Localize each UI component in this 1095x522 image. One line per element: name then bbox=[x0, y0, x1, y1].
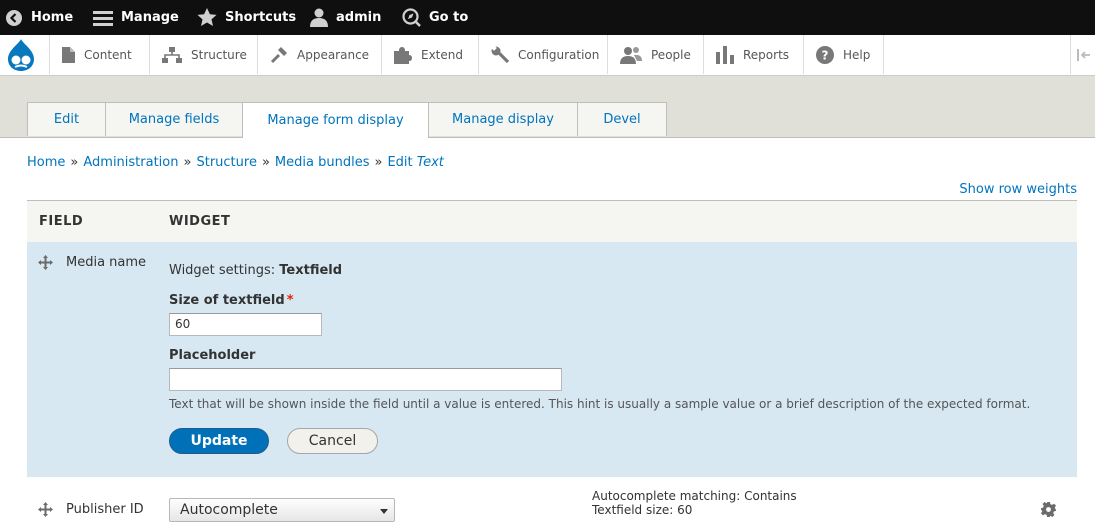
menu-icon bbox=[93, 10, 113, 26]
breadcrumb-current-prefix: Edit bbox=[387, 155, 413, 170]
field-name: Publisher ID bbox=[66, 502, 144, 517]
widget-settings-name: Textfield bbox=[279, 263, 343, 278]
placeholder-label: Placeholder bbox=[169, 348, 256, 363]
tray-item-label: Appearance bbox=[297, 47, 370, 62]
toolbar-shortcuts-label: Shortcuts bbox=[225, 10, 297, 25]
widget-type-select[interactable]: Autocomplete bbox=[169, 498, 395, 522]
tray-item-help[interactable]: ? Help bbox=[803, 35, 884, 74]
tray-item-label: Content bbox=[84, 47, 132, 62]
tray-item-label: Structure bbox=[191, 47, 247, 62]
tab-manage-form-display[interactable]: Manage form display bbox=[242, 102, 429, 138]
breadcrumb-administration[interactable]: Administration bbox=[83, 155, 178, 170]
tray-item-label: Help bbox=[843, 47, 871, 62]
breadcrumb-edit-text[interactable]: Edit Text bbox=[387, 155, 443, 170]
breadcrumb-separator: » bbox=[183, 155, 192, 170]
primary-tabs: Edit Manage fields Manage form display M… bbox=[27, 102, 667, 138]
tab-edit[interactable]: Edit bbox=[27, 102, 106, 136]
toolbar-home-label: Home bbox=[31, 10, 74, 25]
widget-settings-heading: Widget settings: Textfield bbox=[169, 263, 342, 278]
tray-item-label: Configuration bbox=[518, 47, 600, 62]
tab-manage-fields[interactable]: Manage fields bbox=[105, 102, 243, 136]
table-row-publisher-id: Publisher ID Autocomplete Autocomplete m… bbox=[27, 478, 1077, 522]
breadcrumb-separator: » bbox=[374, 155, 383, 170]
help-icon: ? bbox=[816, 45, 834, 64]
table-row-media-name: Media name Widget settings: Textfield Si… bbox=[27, 242, 1077, 477]
summary-line: Textfield size: 60 bbox=[592, 503, 693, 517]
column-header-widget: WIDGET bbox=[169, 214, 231, 229]
size-textfield-label-text: Size of textfield bbox=[169, 293, 285, 308]
drag-handle-icon[interactable] bbox=[38, 255, 53, 270]
size-textfield-label: Size of textfield * bbox=[169, 293, 294, 308]
toolbar-home-link[interactable]: Home bbox=[5, 0, 73, 35]
admin-tray: Content Structure Appearance Extend Conf… bbox=[0, 35, 1095, 76]
tray-item-extend[interactable]: Extend bbox=[381, 35, 478, 74]
chevron-down-icon bbox=[380, 509, 388, 514]
compass-icon bbox=[402, 8, 421, 27]
bar-chart-icon bbox=[716, 45, 734, 64]
document-icon bbox=[62, 46, 75, 63]
sitemap-icon bbox=[162, 46, 182, 63]
breadcrumb-separator: » bbox=[261, 155, 270, 170]
tray-item-people[interactable]: People bbox=[607, 35, 704, 74]
breadcrumb-structure[interactable]: Structure bbox=[196, 155, 256, 170]
toolbar-goto-tab[interactable]: Go to bbox=[402, 0, 468, 35]
tray-item-label: People bbox=[651, 47, 691, 62]
wrench-icon bbox=[491, 45, 509, 63]
drag-handle-icon[interactable] bbox=[38, 502, 53, 517]
breadcrumb-home[interactable]: Home bbox=[27, 155, 65, 170]
required-marker: * bbox=[286, 293, 294, 308]
drupal-logo-icon[interactable] bbox=[0, 35, 41, 75]
summary-line: Autocomplete matching: Contains bbox=[592, 489, 797, 503]
page-header: Edit Manage fields Manage form display M… bbox=[0, 76, 1095, 138]
tray-orientation-toggle[interactable] bbox=[1070, 35, 1095, 74]
widget-summary: Autocomplete matching: Contains Textfiel… bbox=[592, 489, 797, 517]
toolbar-goto-label: Go to bbox=[429, 10, 469, 25]
breadcrumb-separator: » bbox=[70, 155, 79, 170]
tray-item-content[interactable]: Content bbox=[49, 35, 149, 74]
field-name: Media name bbox=[66, 255, 147, 270]
placeholder-input[interactable] bbox=[169, 368, 562, 391]
tab-devel[interactable]: Devel bbox=[577, 102, 667, 136]
toolbar-user-tab[interactable]: admin bbox=[310, 0, 381, 35]
tray-item-appearance[interactable]: Appearance bbox=[257, 35, 381, 74]
toolbar-user-label: admin bbox=[336, 10, 382, 25]
paintbrush-icon bbox=[270, 46, 287, 63]
update-button[interactable]: Update bbox=[169, 428, 269, 454]
people-icon bbox=[620, 46, 642, 64]
breadcrumb-media-bundles[interactable]: Media bundles bbox=[275, 155, 370, 170]
table-header: FIELD WIDGET bbox=[27, 200, 1077, 243]
tab-manage-display[interactable]: Manage display bbox=[428, 102, 578, 136]
tray-item-label: Extend bbox=[421, 47, 463, 62]
breadcrumb-current-name: Text bbox=[416, 155, 444, 170]
toolbar-manage-label: Manage bbox=[121, 10, 179, 25]
star-icon bbox=[197, 8, 217, 26]
size-textfield-input[interactable]: 60 bbox=[169, 313, 322, 336]
admin-toolbar: Home Manage Shortcuts admin Go to bbox=[0, 0, 1095, 35]
puzzle-icon bbox=[394, 46, 412, 64]
tray-item-structure[interactable]: Structure bbox=[149, 35, 257, 74]
column-header-field: FIELD bbox=[39, 214, 84, 229]
breadcrumb: Home » Administration » Structure » Media bund… bbox=[27, 155, 444, 170]
tray-item-reports[interactable]: Reports bbox=[703, 35, 804, 74]
back-arrow-icon bbox=[6, 9, 22, 26]
gear-icon[interactable] bbox=[1041, 502, 1056, 517]
cancel-button[interactable]: Cancel bbox=[287, 428, 378, 454]
widget-settings-prefix: Widget settings: bbox=[169, 263, 276, 278]
show-row-weights-link[interactable]: Show row weights bbox=[959, 182, 1077, 197]
tray-item-label: Reports bbox=[743, 47, 790, 62]
svg-text:?: ? bbox=[822, 48, 829, 62]
toolbar-shortcuts-tab[interactable]: Shortcuts bbox=[197, 0, 296, 35]
tray-item-configuration[interactable]: Configuration bbox=[478, 35, 608, 74]
placeholder-description: Text that will be shown inside the field… bbox=[169, 397, 1031, 411]
toolbar-manage-tab[interactable]: Manage bbox=[93, 0, 179, 35]
user-icon bbox=[310, 8, 328, 27]
orientation-toggle-icon bbox=[1076, 48, 1090, 61]
